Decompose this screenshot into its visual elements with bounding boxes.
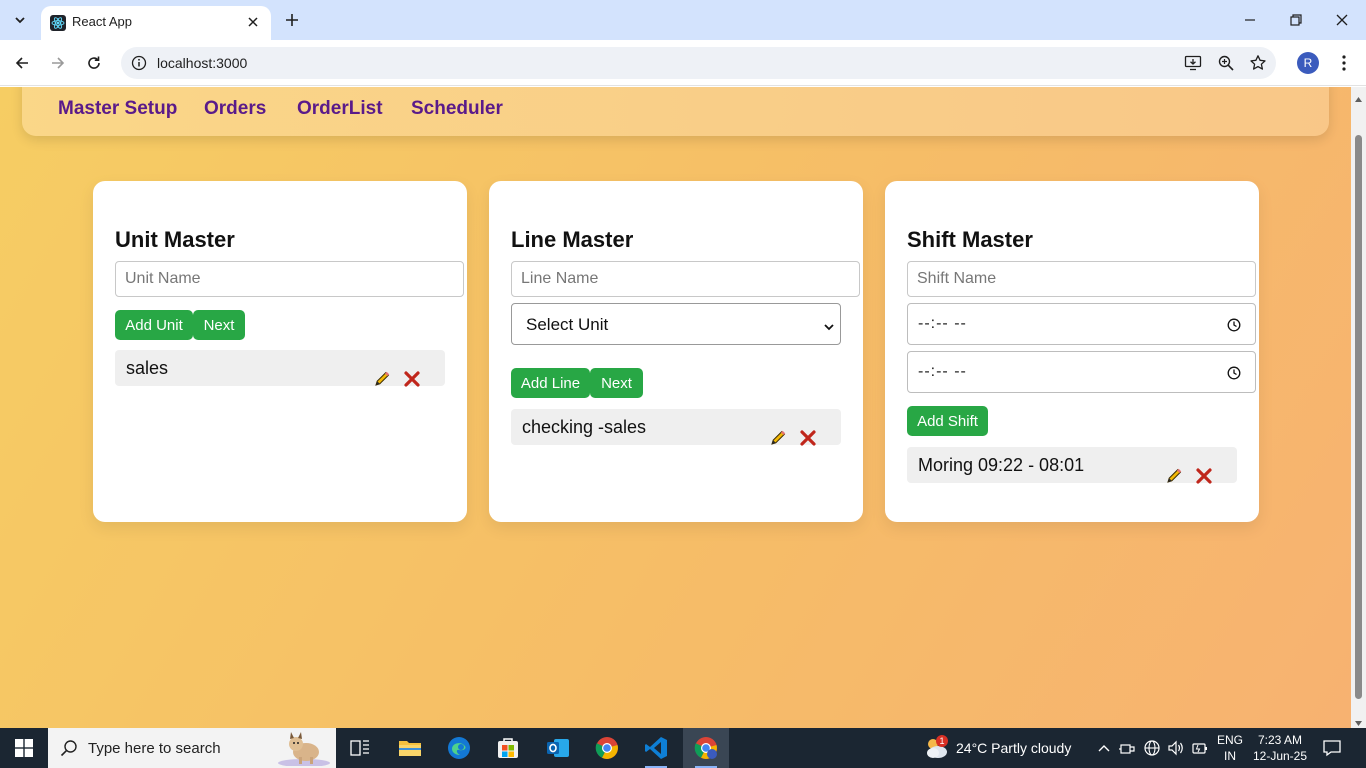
file-explorer-icon[interactable] xyxy=(387,728,433,768)
language-indicator[interactable]: ENG IN xyxy=(1217,732,1243,764)
line-name-input[interactable] xyxy=(511,261,860,297)
clock-time: 7:23 AM xyxy=(1257,733,1303,747)
windows-start-icon[interactable] xyxy=(0,728,48,768)
edit-pencil-icon[interactable] xyxy=(1165,467,1183,485)
unit-master-card: Unit Master Add Unit Next sales xyxy=(93,181,467,522)
minimize-icon[interactable] xyxy=(1227,6,1273,34)
zoom-icon[interactable] xyxy=(1214,51,1238,75)
show-hidden-icons-chevron-icon[interactable] xyxy=(1095,739,1113,757)
language-code: ENG xyxy=(1217,733,1244,747)
unit-next-button[interactable]: Next xyxy=(193,310,245,340)
add-unit-button[interactable]: Add Unit xyxy=(115,310,193,340)
chrome-icon[interactable] xyxy=(584,728,630,768)
forward-arrow-icon[interactable] xyxy=(44,49,72,77)
nav-master-setup[interactable]: Master Setup xyxy=(58,98,177,120)
vscode-icon[interactable] xyxy=(633,728,679,768)
kebab-menu-icon[interactable] xyxy=(1332,51,1356,75)
chrome-profile-active-icon[interactable] xyxy=(683,728,729,768)
new-tab-plus-icon[interactable] xyxy=(280,8,304,32)
nav-orders[interactable]: Orders xyxy=(204,98,266,120)
edit-pencil-icon[interactable] xyxy=(373,370,391,388)
shift-start-time-input[interactable]: --:-- -- xyxy=(907,303,1256,345)
unit-name-input[interactable] xyxy=(115,261,464,297)
tab-search-chevron-icon[interactable] xyxy=(6,7,34,33)
bookmark-star-icon[interactable] xyxy=(1246,51,1270,75)
outlook-icon[interactable] xyxy=(535,728,581,768)
nav-scheduler[interactable]: Scheduler xyxy=(411,98,503,120)
shift-name-input[interactable] xyxy=(907,261,1256,297)
microsoft-store-icon[interactable] xyxy=(485,728,531,768)
volume-icon[interactable] xyxy=(1167,739,1185,757)
start-time-value: --:-- -- xyxy=(918,315,967,332)
restore-icon[interactable] xyxy=(1273,6,1319,34)
select-unit-value: Select Unit xyxy=(526,315,609,334)
delete-x-icon[interactable] xyxy=(1196,468,1212,484)
weather-text[interactable]: 24°C Partly cloudy xyxy=(956,740,1071,756)
nav-orderlist[interactable]: OrderList xyxy=(297,98,383,120)
network-globe-icon[interactable] xyxy=(1143,739,1161,757)
edge-browser-icon[interactable] xyxy=(436,728,482,768)
add-shift-button[interactable]: Add Shift xyxy=(907,406,988,436)
site-info-icon[interactable] xyxy=(129,53,149,73)
add-line-button[interactable]: Add Line xyxy=(511,368,590,398)
app-navbar: Master Setup Orders OrderList Scheduler xyxy=(22,87,1329,136)
react-favicon-icon xyxy=(50,15,66,31)
notification-center-icon[interactable] xyxy=(1322,738,1342,758)
tab-title: React App xyxy=(72,14,132,29)
shift-master-title: Shift Master xyxy=(907,227,1033,252)
clock-date: 12-Jun-25 xyxy=(1252,749,1308,763)
clock[interactable]: 7:23 AM 12-Jun-25 xyxy=(1252,732,1308,764)
close-window-icon[interactable] xyxy=(1319,6,1365,34)
page-viewport: Master Setup Orders OrderList Scheduler … xyxy=(0,87,1351,728)
delete-x-icon[interactable] xyxy=(404,371,420,387)
weather-badge: 1 xyxy=(936,735,948,747)
chevron-down-icon xyxy=(824,319,834,331)
url-text: localhost:3000 xyxy=(157,55,248,71)
select-unit-dropdown[interactable]: Select Unit xyxy=(511,303,841,345)
line-list-item: checking -sales xyxy=(511,409,841,447)
scroll-up-arrow-icon[interactable] xyxy=(1354,91,1363,102)
shift-end-time-input[interactable]: --:-- -- xyxy=(907,351,1256,393)
line-next-button[interactable]: Next xyxy=(590,368,643,398)
browser-tab[interactable]: React App xyxy=(41,6,271,40)
delete-x-icon[interactable] xyxy=(800,430,816,446)
edit-pencil-icon[interactable] xyxy=(769,429,787,447)
tab-close-icon[interactable] xyxy=(243,12,263,32)
unit-master-title: Unit Master xyxy=(115,227,235,252)
profile-avatar[interactable]: R xyxy=(1297,52,1319,74)
device-icon[interactable] xyxy=(1118,739,1136,757)
address-bar[interactable]: localhost:3000 xyxy=(121,47,1276,79)
browser-toolbar: localhost:3000 R xyxy=(0,40,1366,86)
install-app-icon[interactable] xyxy=(1181,51,1205,75)
taskbar-search-placeholder: Type here to search xyxy=(88,740,221,757)
shift-item-label: Moring 09:22 - 08:01 xyxy=(918,455,1085,475)
unit-list-item: sales xyxy=(115,350,445,388)
shift-master-card: Shift Master --:-- -- --:-- -- Add Shift… xyxy=(885,181,1259,522)
search-icon xyxy=(60,739,78,757)
clock-icon[interactable] xyxy=(1227,318,1241,332)
language-region: IN xyxy=(1224,749,1236,763)
scrollbar-thumb[interactable] xyxy=(1355,135,1362,699)
end-time-value: --:-- -- xyxy=(918,363,967,380)
windows-taskbar: Type here to search 1 24°C Partly cloudy xyxy=(0,728,1366,768)
clock-icon[interactable] xyxy=(1227,366,1241,380)
line-item-label: checking -sales xyxy=(522,417,647,437)
taskbar-search-box[interactable]: Type here to search xyxy=(48,728,336,768)
unit-item-label: sales xyxy=(126,358,169,378)
scroll-down-arrow-icon[interactable] xyxy=(1354,715,1363,726)
task-view-icon[interactable] xyxy=(337,728,383,768)
line-master-card: Line Master Select Unit Add Line Next ch… xyxy=(489,181,863,522)
shift-list-item: Moring 09:22 - 08:01 xyxy=(907,447,1237,485)
battery-icon[interactable] xyxy=(1191,739,1209,757)
search-highlight-lynx-icon xyxy=(274,730,334,767)
page-scrollbar[interactable] xyxy=(1351,87,1366,728)
browser-tabstrip: React App xyxy=(0,0,1366,40)
reload-icon[interactable] xyxy=(80,49,108,77)
line-master-title: Line Master xyxy=(511,227,634,252)
back-arrow-icon[interactable] xyxy=(8,49,36,77)
